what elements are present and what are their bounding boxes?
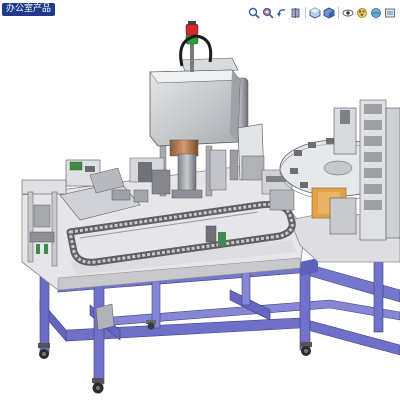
graphics-area[interactable]: 办公室产品 <box>0 0 400 400</box>
section-view-icon[interactable] <box>290 7 302 19</box>
apply-scene-icon[interactable] <box>370 7 382 19</box>
zoom-to-fit-icon[interactable] <box>248 7 260 19</box>
view-settings-icon[interactable] <box>384 7 396 19</box>
toolbar-separator <box>305 7 306 19</box>
hide-show-items-icon[interactable] <box>342 7 354 19</box>
caster-wheel <box>92 378 104 394</box>
model-tab-label: 办公室产品 <box>6 4 52 14</box>
heads-up-view-toolbar <box>248 5 396 21</box>
frame-leg-far-right <box>373 261 384 333</box>
edit-appearance-icon[interactable] <box>356 7 368 19</box>
caster-wheel <box>300 342 312 356</box>
display-style-icon[interactable] <box>323 7 335 19</box>
stack-light-red <box>185 23 199 36</box>
zoom-to-area-icon[interactable] <box>262 7 274 19</box>
view-orientation-icon[interactable] <box>309 7 321 19</box>
previous-view-icon[interactable] <box>276 7 288 19</box>
model-tab[interactable]: 办公室产品 <box>2 3 56 16</box>
frame-leg-front-right <box>299 264 311 351</box>
press-copper-ring <box>169 139 199 157</box>
corner-bracket <box>95 303 115 331</box>
central-press-unit[interactable] <box>129 57 249 199</box>
press-spindle <box>177 153 197 197</box>
stack-light-pole <box>190 40 194 72</box>
frame-leg-front-left <box>39 274 50 354</box>
toolbar-separator <box>338 7 339 19</box>
assembly-model-view[interactable] <box>0 0 400 400</box>
